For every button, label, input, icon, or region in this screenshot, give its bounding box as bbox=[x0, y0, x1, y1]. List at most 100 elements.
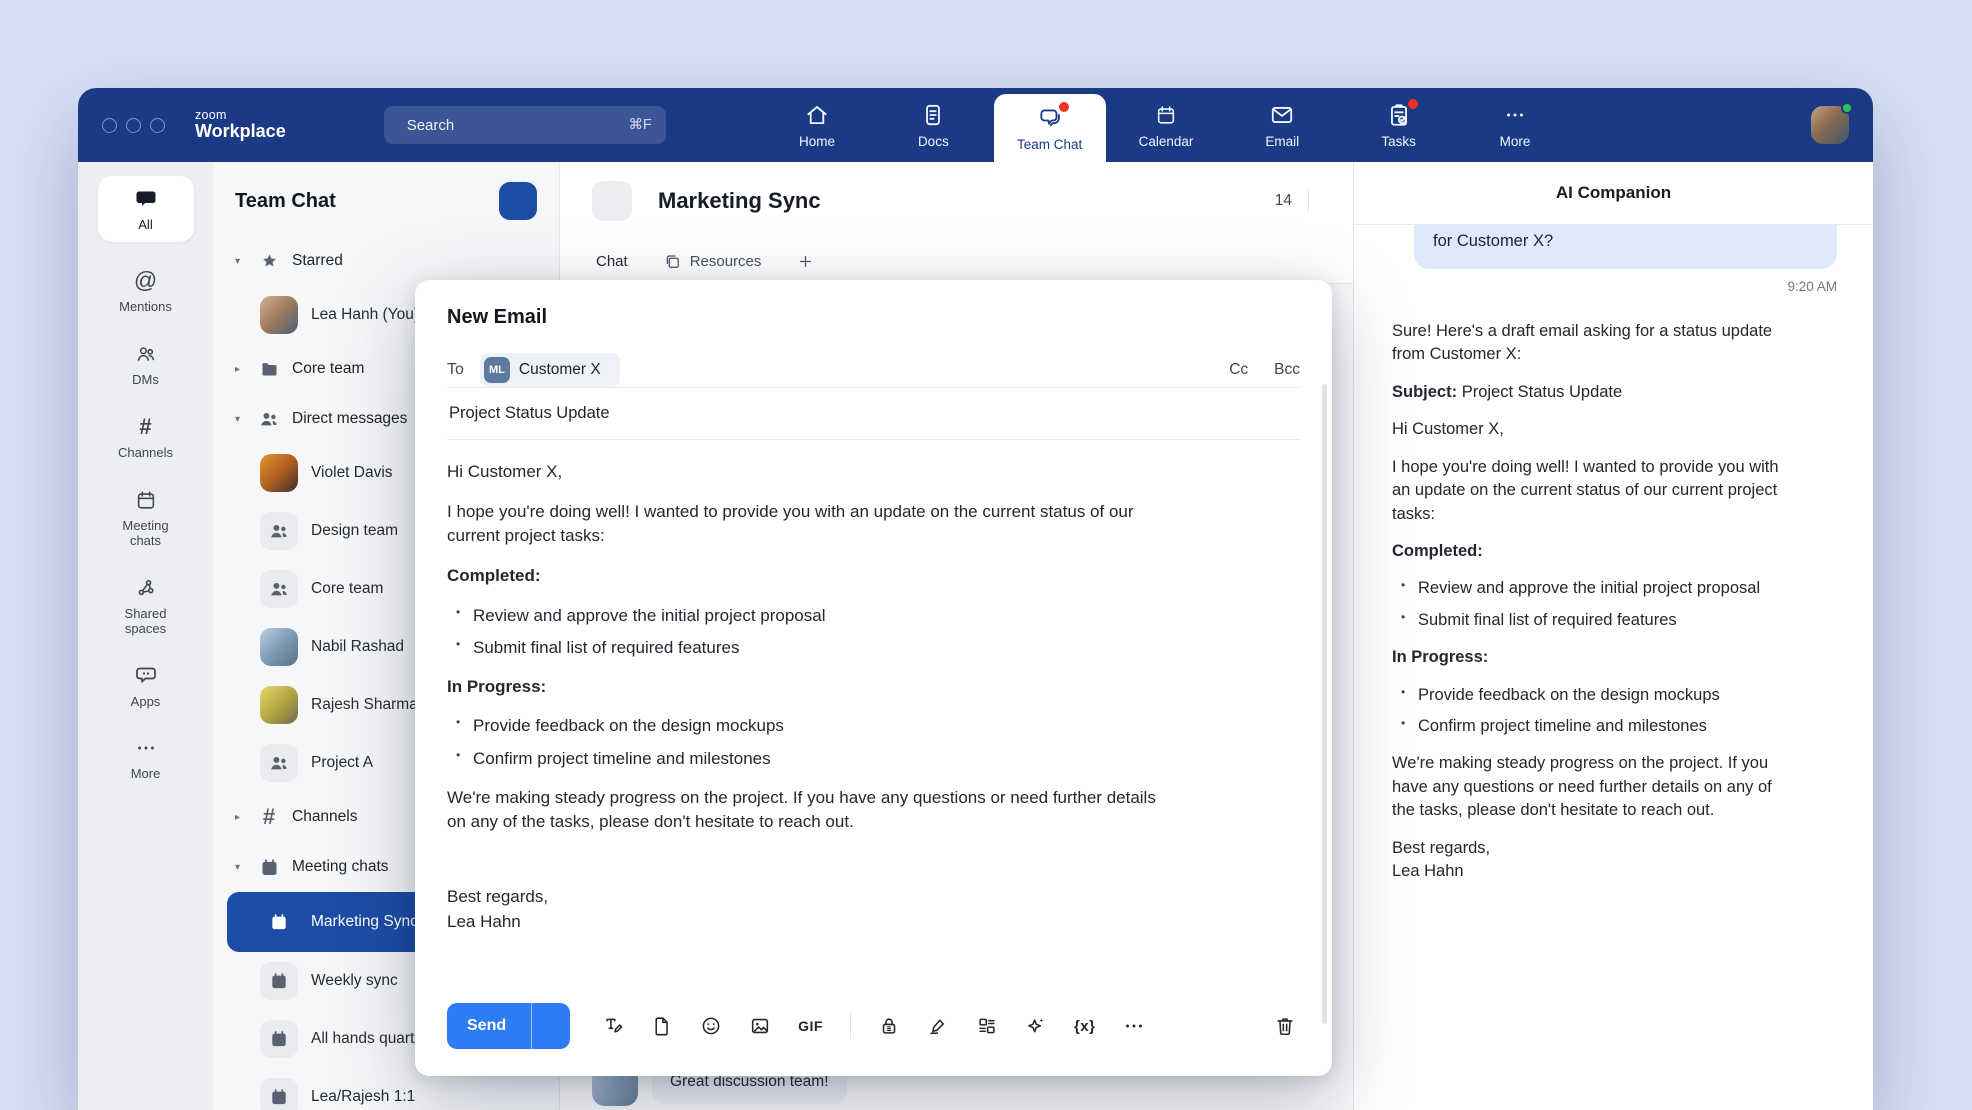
format-icon bbox=[602, 1015, 624, 1037]
rail-item-mentions[interactable]: @Mentions bbox=[98, 269, 194, 315]
variable-button[interactable]: {x} bbox=[1074, 1018, 1096, 1035]
email-body-editor[interactable]: Hi Customer X, I hope you're doing well!… bbox=[447, 440, 1167, 992]
meeting-avatar bbox=[260, 903, 298, 941]
people-filled-icon bbox=[258, 408, 280, 430]
bullet-item: Review and approve the initial project p… bbox=[473, 604, 1167, 629]
rail-item-label: Mentions bbox=[119, 300, 172, 315]
recipients-row[interactable]: To ML Customer X Cc Bcc bbox=[447, 353, 1300, 387]
nav-tab-calendar[interactable]: Calendar bbox=[1110, 88, 1222, 162]
window-minimize-circle[interactable] bbox=[126, 118, 141, 133]
bcc-button[interactable]: Bcc bbox=[1274, 361, 1300, 379]
nav-tab-home[interactable]: Home bbox=[761, 88, 873, 162]
bullet-item: Provide feedback on the design mockups bbox=[1418, 684, 1794, 707]
send-button[interactable]: Send bbox=[447, 1003, 532, 1049]
window-controls[interactable] bbox=[102, 118, 165, 133]
ai-inprogress-label: In Progress: bbox=[1392, 646, 1794, 669]
rail-item-dms[interactable]: DMs bbox=[98, 342, 194, 388]
ai-sparkle-icon bbox=[1025, 1015, 1047, 1037]
nav-tab-email[interactable]: Email bbox=[1226, 88, 1338, 162]
modal-title: New Email bbox=[447, 306, 547, 329]
search-input[interactable]: Search ⌘F bbox=[384, 106, 666, 144]
rail-item-label: All bbox=[138, 218, 152, 233]
rail-item-apps[interactable]: Apps bbox=[98, 664, 194, 710]
header-divider bbox=[1308, 190, 1309, 212]
group-avatar-icon bbox=[268, 752, 290, 774]
email-inprogress-label: In Progress: bbox=[447, 675, 1167, 700]
caret-down-icon: ▾ bbox=[235, 414, 246, 425]
channel-tab-chat[interactable]: Chat bbox=[596, 253, 628, 270]
search-shortcut: ⌘F bbox=[628, 117, 651, 133]
group-avatar-icon bbox=[268, 520, 290, 542]
gif-icon: GIF bbox=[798, 1018, 823, 1034]
ai-companion-panel: AI Companion Can you draft an email that… bbox=[1353, 162, 1873, 1110]
template-icon bbox=[976, 1015, 998, 1037]
email-closing: We're making steady progress on the proj… bbox=[447, 786, 1167, 835]
subject-input[interactable]: Project Status Update bbox=[447, 388, 1300, 439]
rail-item-label: Meeting chats bbox=[106, 519, 186, 549]
sidebar-title-dropdown[interactable]: Team Chat bbox=[235, 190, 344, 213]
top-navbar: zoom Workplace Search ⌘F HomeDocsTeam Ch… bbox=[78, 88, 1873, 162]
channel-tab-label: Chat bbox=[596, 253, 628, 270]
modal-scrollbar[interactable] bbox=[1322, 384, 1327, 1024]
meeting-avatar-icon bbox=[269, 1029, 289, 1049]
hash-icon: # bbox=[263, 806, 275, 828]
user-photo-avatar bbox=[260, 686, 298, 724]
notification-badge bbox=[1408, 99, 1418, 109]
conversation-label: Core team bbox=[311, 580, 383, 598]
recipient-chip[interactable]: ML Customer X bbox=[480, 353, 620, 387]
ai-panel-title: AI Companion bbox=[1354, 183, 1873, 203]
user-avatar[interactable] bbox=[1811, 106, 1849, 144]
email-toolbar: Send GIF {x} bbox=[447, 998, 1300, 1054]
send-options-button[interactable] bbox=[532, 1003, 570, 1049]
group-avatar-icon bbox=[268, 578, 290, 600]
ai-body-intro: I hope you're doing well! I wanted to pr… bbox=[1392, 456, 1794, 526]
nav-tab-team-chat[interactable]: Team Chat bbox=[994, 94, 1106, 162]
recipient-avatar: ML bbox=[484, 357, 510, 383]
channel-tab-resources[interactable]: Resources bbox=[664, 253, 762, 271]
rail-item-label: More bbox=[131, 767, 161, 782]
nav-tab-more[interactable]: More bbox=[1459, 88, 1571, 162]
email-signature: Best regards,Lea Hahn bbox=[447, 885, 1167, 934]
meeting-avatar-icon bbox=[269, 1087, 289, 1107]
rail-item-all[interactable]: All bbox=[98, 176, 194, 242]
attach-button[interactable] bbox=[651, 1015, 673, 1037]
rail-item-channels[interactable]: #Channels bbox=[98, 415, 194, 461]
cc-button[interactable]: Cc bbox=[1229, 361, 1248, 379]
nav-tab-tasks[interactable]: Tasks bbox=[1343, 88, 1455, 162]
navigation-rail: All @Mentions DMs #Channels Meeting chats Sha… bbox=[78, 162, 213, 1110]
signature-button[interactable] bbox=[927, 1015, 949, 1037]
nav-tab-label: Docs bbox=[918, 134, 949, 149]
gif-button[interactable]: GIF bbox=[798, 1018, 823, 1034]
section-label: Direct messages bbox=[292, 410, 407, 428]
encrypt-icon bbox=[878, 1015, 900, 1037]
window-close-circle[interactable] bbox=[102, 118, 117, 133]
emoji-button[interactable] bbox=[700, 1015, 722, 1037]
format-button[interactable] bbox=[602, 1015, 624, 1037]
nav-tab-label: Home bbox=[799, 134, 835, 149]
ai-conversation: Can you draft an email that provides a s… bbox=[1354, 225, 1873, 1110]
add-channel-tab-button[interactable] bbox=[797, 253, 814, 270]
calendar-icon bbox=[135, 489, 157, 511]
rail-item-shared-spaces[interactable]: Shared spaces bbox=[98, 576, 194, 637]
rail-item-more[interactable]: More bbox=[98, 736, 194, 782]
rail-item-meeting-chats[interactable]: Meeting chats bbox=[98, 488, 194, 549]
encrypt-button[interactable] bbox=[878, 1015, 900, 1037]
send-split-button[interactable]: Send bbox=[447, 1003, 570, 1049]
user-prompt-bubble: Can you draft an email that provides a s… bbox=[1414, 225, 1837, 269]
image-button[interactable] bbox=[749, 1015, 771, 1037]
more-button[interactable] bbox=[1123, 1015, 1145, 1037]
members-count-button[interactable]: 14 bbox=[1268, 192, 1292, 210]
window-zoom-circle[interactable] bbox=[150, 118, 165, 133]
bullet-item: Submit final list of required features bbox=[473, 636, 1167, 661]
template-button[interactable] bbox=[976, 1015, 998, 1037]
sidebar-section-starred[interactable]: ▾Starred bbox=[213, 236, 553, 286]
trash-button[interactable] bbox=[1274, 1015, 1296, 1037]
rail-item-label: Shared spaces bbox=[106, 607, 186, 637]
conversation-label: Marketing Sync bbox=[311, 913, 418, 931]
new-chat-button[interactable] bbox=[499, 182, 537, 220]
conversation-label: Design team bbox=[311, 522, 398, 540]
primary-navigation: Home Docs Team ChatCalendarEmailTasksMore bbox=[761, 88, 1571, 162]
nav-tab-docs[interactable]: Docs bbox=[877, 88, 989, 162]
ai-sparkle-button[interactable] bbox=[1025, 1015, 1047, 1037]
home-icon bbox=[804, 102, 830, 128]
